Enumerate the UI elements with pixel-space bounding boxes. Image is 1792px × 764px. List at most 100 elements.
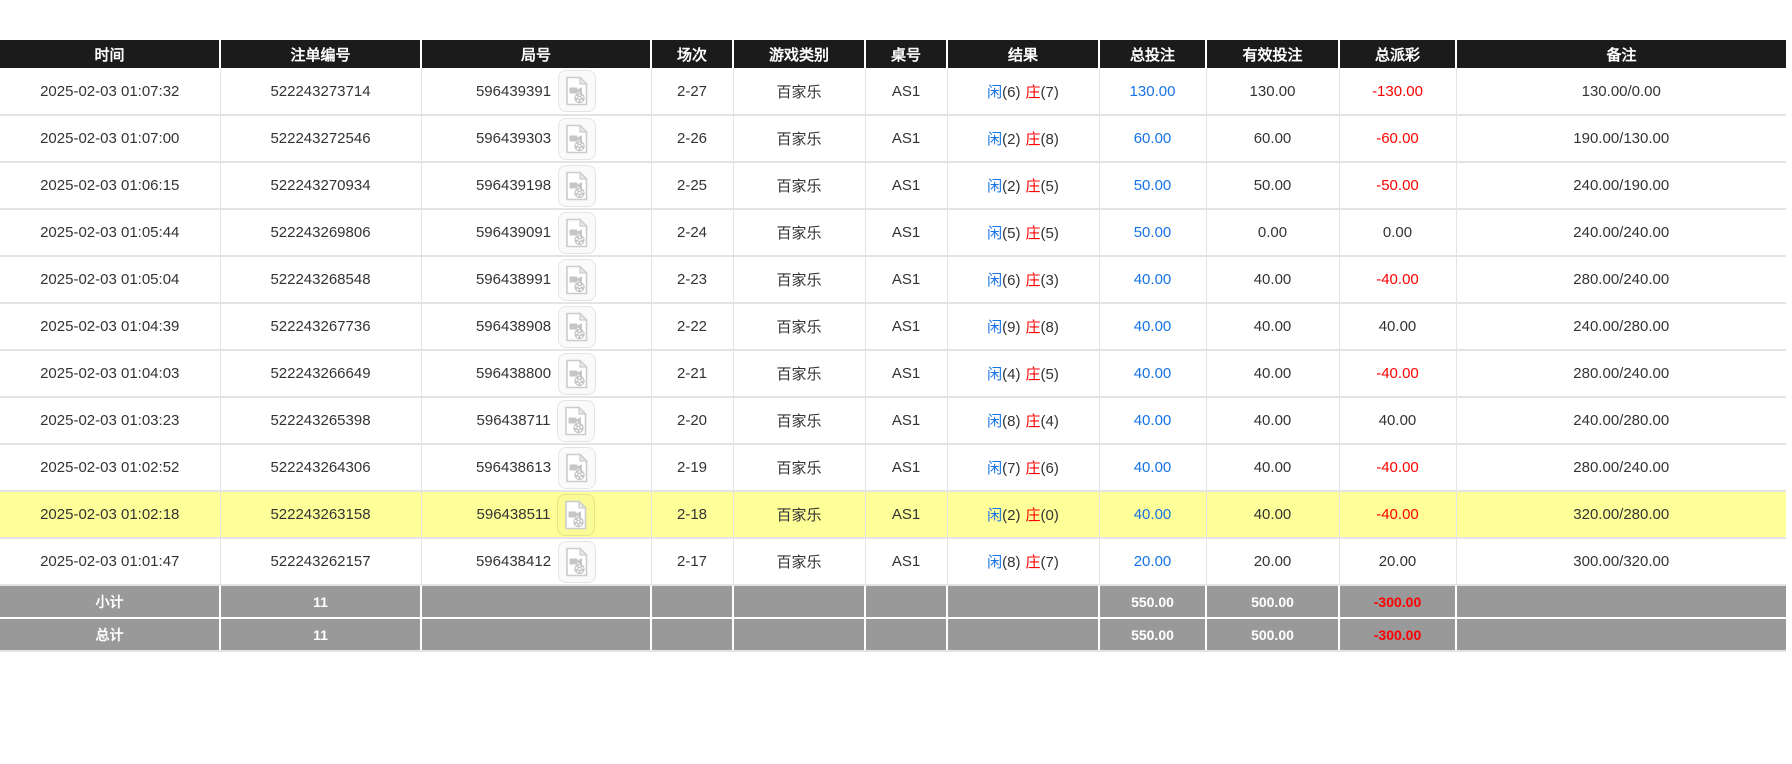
banker-label: 庄 <box>1025 319 1041 336</box>
banker-label: 庄 <box>1025 413 1041 430</box>
banker-label: 庄 <box>1025 554 1041 571</box>
cell-game-type: 百家乐 <box>733 162 866 210</box>
cell-valid-bet: 50.00 <box>1206 162 1340 210</box>
cell-round-no: 596438991 <box>421 256 652 304</box>
cell-round-no: 596439303 <box>421 115 652 163</box>
cell-remark: 240.00/240.00 <box>1456 209 1786 257</box>
play-video-button[interactable] <box>558 258 597 301</box>
round-number: 596438711 <box>476 412 551 429</box>
cell-bet-id: 522243262157 <box>220 538 422 586</box>
grand-total-total-payout: -300.00 <box>1339 618 1457 652</box>
play-video-button[interactable] <box>558 70 597 112</box>
column-header-result: 结果 <box>947 40 1100 68</box>
cell-bet-id: 522243265398 <box>220 397 422 445</box>
column-header-session: 场次 <box>651 40 734 68</box>
cell-round-no: 596438908 <box>421 303 652 351</box>
video-file-icon <box>566 264 588 294</box>
subtotal-count: 11 <box>220 585 422 619</box>
cell-total-payout: -40.00 <box>1339 444 1457 492</box>
table-row[interactable]: 2025-02-03 01:01:47 522243262157 596438412… <box>0 538 1786 586</box>
cell-remark: 130.00/0.00 <box>1456 68 1786 116</box>
cell-result: 闲(4) 庄(5) <box>947 350 1100 398</box>
video-file-icon <box>566 123 588 153</box>
play-video-button[interactable] <box>557 493 596 536</box>
cell-time: 2025-02-03 01:01:47 <box>0 538 221 586</box>
table-row[interactable]: 2025-02-03 01:04:03 522243266649 596438800… <box>0 350 1786 398</box>
video-file-icon <box>566 170 588 200</box>
cell-game-type: 百家乐 <box>733 538 866 586</box>
subtotal-valid-bet: 500.00 <box>1206 585 1340 619</box>
cell-remark: 280.00/240.00 <box>1456 444 1786 492</box>
cell-table-no: AS1 <box>865 350 948 398</box>
cell-total-payout: 40.00 <box>1339 397 1457 445</box>
cell-result: 闲(6) 庄(7) <box>947 68 1100 116</box>
cell-time: 2025-02-03 01:05:44 <box>0 209 221 257</box>
cell-remark: 190.00/130.00 <box>1456 115 1786 163</box>
play-video-button[interactable] <box>558 211 597 254</box>
play-video-button[interactable] <box>558 305 597 348</box>
play-video-button[interactable] <box>558 352 597 395</box>
cell-total-bet: 40.00 <box>1099 397 1207 445</box>
cell-round-no: 596438511 <box>421 491 652 539</box>
cell-valid-bet: 0.00 <box>1206 209 1340 257</box>
cell-result: 闲(7) 庄(6) <box>947 444 1100 492</box>
cell-session: 2-17 <box>651 538 734 586</box>
video-file-icon <box>566 452 588 482</box>
cell-total-bet: 20.00 <box>1099 538 1207 586</box>
table-row[interactable]: 2025-02-03 01:06:15 522243270934 596439198… <box>0 162 1786 210</box>
round-number: 596439091 <box>475 224 552 241</box>
cell-total-bet: 50.00 <box>1099 162 1207 210</box>
banker-label: 庄 <box>1025 507 1041 524</box>
cell-valid-bet: 40.00 <box>1206 397 1340 445</box>
cell-table-no: AS1 <box>865 162 948 210</box>
cell-round-no: 596438613 <box>421 444 652 492</box>
player-label: 闲 <box>987 272 1003 289</box>
cell-remark: 320.00/280.00 <box>1456 491 1786 539</box>
cell-time: 2025-02-03 01:03:23 <box>0 397 221 445</box>
round-number: 596438800 <box>475 365 552 382</box>
round-number: 596439391 <box>475 82 552 100</box>
play-video-button[interactable] <box>557 399 596 442</box>
banker-label: 庄 <box>1025 131 1041 148</box>
video-file-icon <box>566 76 588 106</box>
cell-time: 2025-02-03 01:04:03 <box>0 350 221 398</box>
banker-label: 庄 <box>1025 178 1041 195</box>
table-row[interactable]: 2025-02-03 01:02:52 522243264306 596438613… <box>0 444 1786 492</box>
player-label: 闲 <box>987 460 1003 477</box>
cell-total-payout: -130.00 <box>1339 68 1457 116</box>
cell-table-no: AS1 <box>865 115 948 163</box>
play-video-button[interactable] <box>558 540 597 583</box>
player-label: 闲 <box>987 413 1003 430</box>
cell-game-type: 百家乐 <box>733 397 866 445</box>
cell-total-bet: 40.00 <box>1099 350 1207 398</box>
table-row[interactable]: 2025-02-03 01:02:18 522243263158 596438511… <box>0 491 1786 539</box>
table-row[interactable]: 2025-02-03 01:07:00 522243272546 596439303… <box>0 115 1786 163</box>
column-header-game-type: 游戏类别 <box>733 40 866 68</box>
round-number: 596438991 <box>475 271 552 288</box>
cell-total-payout: -50.00 <box>1339 162 1457 210</box>
banker-label: 庄 <box>1025 366 1041 383</box>
cell-table-no: AS1 <box>865 256 948 304</box>
cell-remark: 240.00/280.00 <box>1456 397 1786 445</box>
table-row[interactable]: 2025-02-03 01:05:04 522243268548 596438991… <box>0 256 1786 304</box>
play-video-button[interactable] <box>558 164 597 207</box>
cell-total-payout: -40.00 <box>1339 350 1457 398</box>
table-row[interactable]: 2025-02-03 01:05:44 522243269806 596439091… <box>0 209 1786 257</box>
cell-total-bet: 40.00 <box>1099 303 1207 351</box>
play-video-button[interactable] <box>558 117 597 160</box>
cell-valid-bet: 60.00 <box>1206 115 1340 163</box>
cell-bet-id: 522243272546 <box>220 115 422 163</box>
table-row[interactable]: 2025-02-03 01:07:32 522243273714 596439391… <box>0 68 1786 116</box>
cell-result: 闲(2) 庄(0) <box>947 491 1100 539</box>
banker-label: 庄 <box>1025 272 1041 289</box>
grand-total-count: 11 <box>220 618 422 652</box>
table-row[interactable]: 2025-02-03 01:04:39 522243267736 596438908… <box>0 303 1786 351</box>
cell-session: 2-25 <box>651 162 734 210</box>
subtotal-total-payout: -300.00 <box>1339 585 1457 619</box>
banker-label: 庄 <box>1025 225 1041 242</box>
play-video-button[interactable] <box>558 446 597 489</box>
table-row[interactable]: 2025-02-03 01:03:23 522243265398 596438711… <box>0 397 1786 445</box>
cell-bet-id: 522243264306 <box>220 444 422 492</box>
column-header-time: 时间 <box>0 40 221 68</box>
player-label: 闲 <box>987 507 1003 524</box>
